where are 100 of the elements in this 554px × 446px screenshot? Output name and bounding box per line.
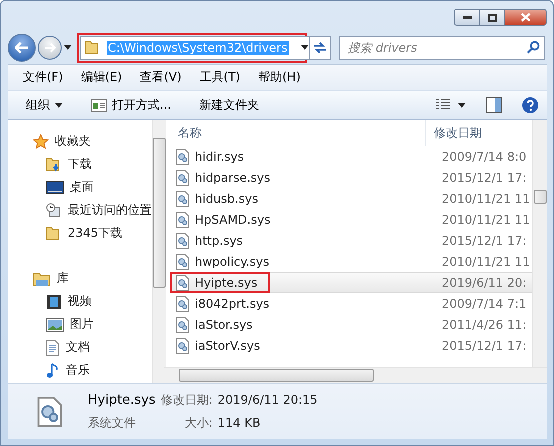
system-file-icon [36, 396, 64, 426]
file-name-cell: hidir.sys [170, 146, 256, 167]
sidebar-item[interactable]: 桌面 [8, 176, 152, 199]
sidebar-item[interactable]: 下载 [8, 153, 152, 176]
file-name-cell: hidusb.sys [170, 188, 270, 209]
sidebar-item[interactable]: 图片 [8, 313, 152, 336]
file-row[interactable]: HpSAMD.sys 2010/11/21 11 [170, 209, 532, 230]
list-view-icon [436, 99, 450, 111]
sidebar-item[interactable]: 库 [8, 267, 152, 290]
file-name-cell: hidparse.sys [170, 167, 283, 188]
sidebar-item[interactable]: 文档 [8, 336, 152, 359]
file-row[interactable]: hidir.sys 2009/7/14 8:0 [170, 146, 532, 167]
address-path: C:\Windows\System32\drivers [107, 40, 289, 54]
date-cell-text: 2015/12/1 17: [441, 170, 527, 184]
file-type: 系统文件 [88, 414, 137, 432]
sidebar-item[interactable]: 最近访问的位置 [8, 199, 152, 222]
modified-date: 2019/6/11 20:15 [218, 392, 318, 406]
menu-item[interactable]: 文件(F) [16, 67, 70, 88]
close-icon [520, 13, 530, 22]
date-cell-text: 2015/12/1 17: [441, 338, 527, 352]
library-folder-icon [33, 270, 51, 286]
file-name: Hyipte.sys [88, 392, 156, 408]
file-row[interactable]: i8042prt.sys 2009/7/14 7:1 [170, 293, 532, 314]
open-with-icon [91, 98, 107, 112]
sidebar-item[interactable]: 视频 [8, 290, 152, 313]
system-file-icon [176, 232, 190, 248]
back-button[interactable] [8, 34, 36, 62]
star-icon [33, 134, 49, 150]
left-arrow-icon [15, 42, 29, 54]
pane-icon [486, 97, 502, 113]
date-cell-text: 2011/4/26 11: [441, 318, 527, 332]
music-note-icon [46, 362, 60, 378]
date-cell-text: 2009/7/14 8:0 [441, 150, 527, 164]
file-row[interactable]: Hyipte.sys 2019/6/11 20: [170, 272, 532, 293]
horizontal-scrollbar[interactable] [164, 367, 547, 383]
vertical-scrollbar[interactable] [532, 120, 547, 367]
refresh-button[interactable] [309, 36, 331, 60]
desktop-icon [46, 180, 64, 194]
search-icon [527, 41, 540, 54]
maximize-button[interactable] [479, 9, 505, 26]
system-file-icon [176, 274, 190, 290]
toolbar-button[interactable]: 打开方式... [87, 94, 176, 116]
system-file-icon [176, 148, 190, 164]
toolbar-button[interactable]: 组织 [22, 94, 67, 116]
minimize-button[interactable] [454, 9, 480, 26]
picture-icon [46, 318, 64, 332]
preview-pane-button[interactable] [486, 97, 502, 113]
column-header[interactable]: 修改日期 [426, 120, 532, 146]
file-name-cell: i8042prt.sys [170, 293, 282, 314]
file-size: 114 KB [218, 416, 262, 430]
file-name-cell: Hyipte.sys [170, 272, 270, 293]
sidebar-item[interactable]: 收藏夹 [8, 130, 152, 153]
refresh-arrows-icon [313, 42, 327, 54]
date-cell-text: 2010/11/21 11 [441, 212, 530, 226]
minimize-icon [462, 16, 472, 19]
menu-item[interactable]: 查看(V) [133, 67, 189, 88]
system-file-icon [176, 316, 190, 332]
help-icon [522, 96, 539, 114]
recent-places-icon [46, 202, 62, 218]
system-file-icon [176, 296, 190, 312]
view-options-button[interactable] [436, 99, 466, 111]
folder-download-icon [46, 156, 62, 172]
sidebar-item[interactable]: 音乐 [8, 359, 152, 382]
caret-icon [64, 45, 72, 50]
date-cell-text: 2019/6/11 20: [441, 276, 527, 290]
forward-button[interactable] [38, 36, 62, 60]
file-name-cell: iaStorV.sys [170, 335, 272, 356]
date-cell-text: 2010/11/21 11 [441, 254, 530, 268]
caret-icon [55, 102, 63, 108]
file-name-cell: hwpolicy.sys [170, 251, 282, 272]
system-file-icon [176, 254, 190, 270]
file-row[interactable]: hwpolicy.sys 2010/11/21 11 [170, 251, 532, 272]
date-label: 修改日期: [160, 392, 213, 408]
file-name-cell: HpSAMD.sys [170, 209, 283, 230]
right-arrow-icon [44, 42, 56, 52]
file-name-cell: IaStor.sys [170, 314, 265, 335]
toolbar-button[interactable]: 新建文件夹 [195, 94, 264, 116]
file-row[interactable]: http.sys 2015/12/1 17: [170, 230, 532, 251]
maximize-icon [488, 14, 496, 22]
vertical-scrollbar[interactable] [152, 120, 166, 383]
folder-icon [85, 40, 101, 56]
column-header[interactable]: 名称 [170, 120, 426, 146]
file-row[interactable]: hidparse.sys 2015/12/1 17: [170, 167, 532, 188]
film-icon [46, 294, 62, 310]
menu-item[interactable]: 工具(T) [192, 67, 248, 88]
file-row[interactable]: IaStor.sys 2011/4/26 11: [170, 314, 532, 335]
close-button[interactable] [504, 9, 547, 26]
menu-item[interactable]: 编辑(E) [74, 67, 130, 88]
date-cell-text: 2010/11/21 11 [441, 192, 530, 206]
file-row[interactable]: iaStorV.sys 2015/12/1 17: [170, 335, 532, 356]
system-file-icon [176, 212, 190, 228]
date-cell-text: 2015/12/1 17: [441, 234, 527, 248]
system-file-icon [176, 170, 190, 186]
date-cell-text: 2009/7/14 7:1 [441, 296, 527, 310]
menu-item[interactable]: 帮助(H) [252, 67, 308, 88]
file-row[interactable]: hidusb.sys 2010/11/21 11 [170, 188, 532, 209]
search-box[interactable]: 搜索 drivers [339, 36, 545, 60]
recent-pages-button[interactable] [64, 45, 72, 50]
help-button[interactable] [522, 96, 539, 114]
sidebar-item[interactable]: 2345下载 [8, 222, 152, 245]
